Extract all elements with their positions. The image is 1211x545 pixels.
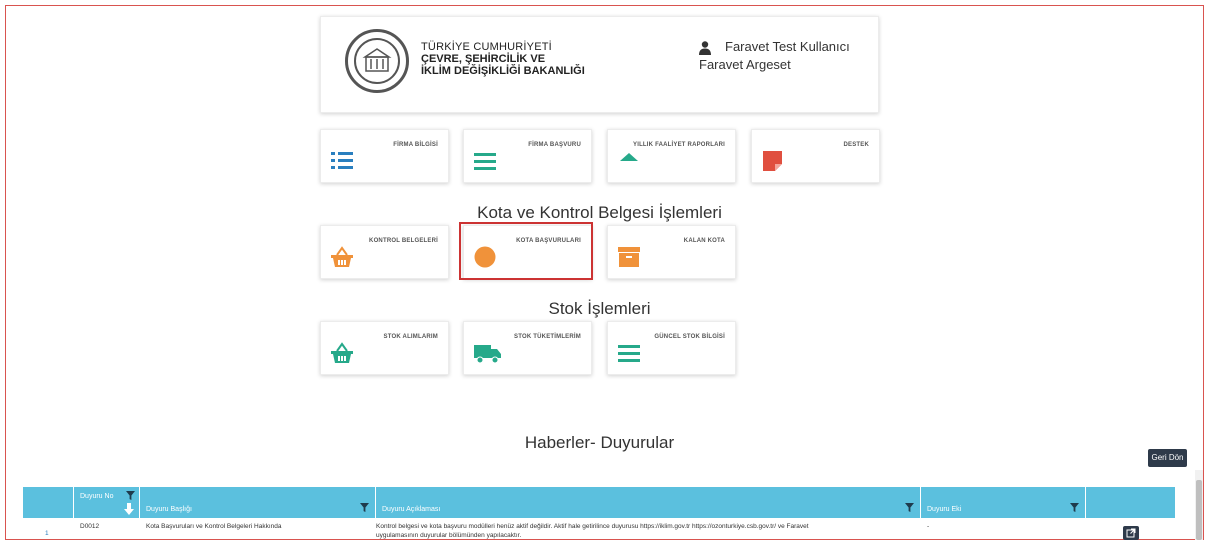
selected-tile-highlight bbox=[459, 222, 593, 280]
tile-guncel-stok-bilgisi[interactable]: GÜNCEL STOK BİLGİSİ bbox=[607, 321, 736, 375]
row-duyuru-no: D0012 bbox=[80, 523, 100, 530]
tile-yillik-faaliyet-raporlari[interactable]: YILLIK FAALİYET RAPORLARI bbox=[607, 129, 736, 183]
tile-label: KONTROL BELGELERİ bbox=[369, 238, 438, 244]
ministry-line-1: TÜRKİYE CUMHURİYETİ bbox=[421, 41, 552, 53]
column-actions bbox=[1086, 487, 1175, 518]
row-duyuru-eki: - bbox=[927, 523, 930, 530]
basket-icon bbox=[331, 342, 353, 363]
tile-firma-basvuru[interactable]: FİRMA BAŞVURU bbox=[463, 129, 592, 183]
filter-icon[interactable] bbox=[360, 503, 369, 512]
column-index bbox=[23, 487, 74, 518]
back-button[interactable]: Geri Dön bbox=[1148, 449, 1187, 467]
ministry-line-3: İKLİM DEĞİŞİKLİĞİ BAKANLIĞI bbox=[421, 65, 585, 77]
column-label: Duyuru Açıklaması bbox=[382, 506, 441, 513]
list-icon bbox=[331, 152, 353, 169]
tile-label: FİRMA BİLGİSİ bbox=[393, 142, 438, 148]
tile-kalan-kota[interactable]: KALAN KOTA bbox=[607, 225, 736, 279]
scrollbar-thumb[interactable] bbox=[1196, 480, 1202, 540]
external-link-icon bbox=[1126, 528, 1136, 538]
row-description-line-1: Kontrol belgesi ve kota başvuru modüller… bbox=[376, 523, 809, 530]
tile-firma-bilgisi[interactable]: FİRMA BİLGİSİ bbox=[320, 129, 449, 183]
table-row[interactable]: 1 D0012 Kota Başvuruları ve Kontrol Belg… bbox=[23, 518, 1175, 539]
section-title-news: Haberler- Duyurular bbox=[524, 433, 675, 452]
user-organization: Faravet Argeset bbox=[699, 57, 791, 72]
basket-icon bbox=[331, 246, 353, 267]
ministry-seal-icon bbox=[345, 29, 409, 93]
row-duyuru-basligi: Kota Başvuruları ve Kontrol Belgeleri Ha… bbox=[146, 523, 282, 530]
header-card: TÜRKİYE CUMHURİYETİ ÇEVRE, ŞEHİRCİLİK VE… bbox=[320, 16, 879, 113]
tile-destek[interactable]: DESTEK bbox=[751, 129, 880, 183]
tile-label: DESTEK bbox=[843, 142, 869, 148]
tile-label: STOK ALIMLARIM bbox=[383, 334, 438, 340]
archive-icon bbox=[618, 247, 640, 267]
column-label: Duyuru Başlığı bbox=[146, 506, 192, 513]
column-duyuru-basligi[interactable]: Duyuru Başlığı bbox=[140, 487, 376, 518]
open-detail-button[interactable] bbox=[1123, 526, 1139, 540]
filter-icon[interactable] bbox=[905, 503, 914, 512]
column-duyuru-aciklamasi[interactable]: Duyuru Açıklaması bbox=[376, 487, 921, 518]
column-label: Duyuru No bbox=[80, 493, 114, 500]
tile-label: KALAN KOTA bbox=[683, 238, 725, 244]
column-label: Duyuru Eki bbox=[927, 506, 962, 513]
tile-label: YILLIK FAALİYET RAPORLARI bbox=[633, 142, 725, 148]
note-icon bbox=[763, 151, 782, 171]
bars-icon bbox=[618, 345, 640, 362]
triangle-icon bbox=[620, 153, 638, 161]
filter-icon[interactable] bbox=[126, 491, 135, 500]
row-index: 1 bbox=[45, 530, 49, 537]
news-table: Duyuru No Duyuru Başlığı Duyuru Açıklama… bbox=[23, 487, 1175, 539]
bars-icon bbox=[474, 153, 496, 170]
sort-arrow-down-icon[interactable] bbox=[123, 503, 135, 515]
row-duyuru-aciklamasi: Kontrol belgesi ve kota başvuru modüller… bbox=[376, 522, 906, 539]
ministry-line-2: ÇEVRE, ŞEHİRCİLİK VE bbox=[421, 53, 546, 65]
user-name[interactable]: Faravet Test Kullanıcı bbox=[725, 39, 850, 54]
user-icon bbox=[699, 41, 711, 55]
column-duyuru-eki[interactable]: Duyuru Eki bbox=[921, 487, 1086, 518]
section-title-kota: Kota ve Kontrol Belgesi İşlemleri bbox=[477, 203, 722, 222]
row-description-line-2: uygulamasının duyurular bölümünden yapıl… bbox=[376, 532, 522, 539]
tile-label: FİRMA BAŞVURU bbox=[528, 142, 581, 148]
tile-stok-tuketimlerim[interactable]: STOK TÜKETİMLERİM bbox=[463, 321, 592, 375]
ministry-name: TÜRKİYE CUMHURİYETİ ÇEVRE, ŞEHİRCİLİK VE… bbox=[421, 41, 585, 77]
tile-kontrol-belgeleri[interactable]: KONTROL BELGELERİ bbox=[320, 225, 449, 279]
table-header: Duyuru No Duyuru Başlığı Duyuru Açıklama… bbox=[23, 487, 1175, 518]
tile-stok-alimlarim[interactable]: STOK ALIMLARIM bbox=[320, 321, 449, 375]
tile-label: STOK TÜKETİMLERİM bbox=[514, 334, 581, 340]
tile-label: GÜNCEL STOK BİLGİSİ bbox=[654, 334, 725, 340]
truck-icon bbox=[474, 345, 501, 364]
filter-icon[interactable] bbox=[1070, 503, 1079, 512]
column-duyuru-no[interactable]: Duyuru No bbox=[74, 487, 140, 518]
section-title-stok: Stok İşlemleri bbox=[548, 299, 651, 318]
